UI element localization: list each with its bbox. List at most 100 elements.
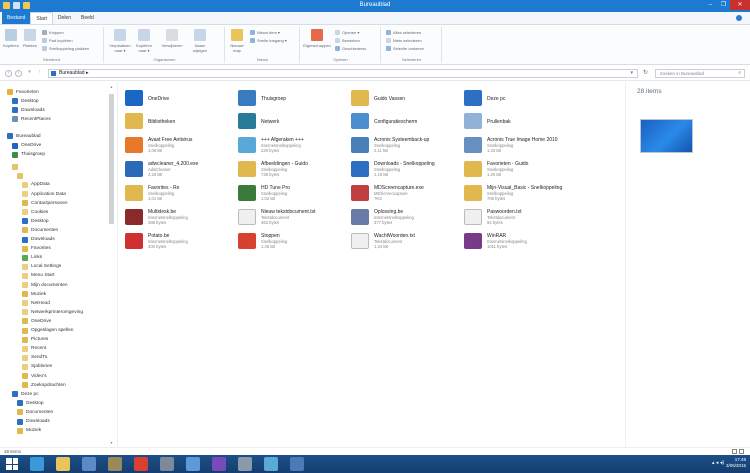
address-bar[interactable]: Bureaublad ▸ ▾ bbox=[48, 69, 638, 78]
file-item[interactable]: Avast Free Antivirus Snelkoppeling 1,06 kB bbox=[119, 133, 231, 156]
tab-share[interactable]: Delen bbox=[53, 12, 76, 24]
nav-item[interactable]: Desktop bbox=[22, 217, 49, 225]
tiles-view-icon[interactable] bbox=[739, 449, 744, 454]
file-item[interactable]: Favorieten - Guido Snelkoppeling 1,20 kB bbox=[458, 157, 570, 180]
nav-item[interactable]: Recent bbox=[22, 345, 46, 353]
disk-icon[interactable] bbox=[160, 457, 174, 471]
nav-item[interactable]: Links bbox=[22, 254, 42, 262]
nav-item[interactable] bbox=[12, 163, 21, 171]
nav-item[interactable]: Netwerkprinteromgeving bbox=[22, 308, 83, 316]
nav-item[interactable] bbox=[17, 172, 26, 180]
help-icon[interactable] bbox=[736, 15, 742, 21]
file-item[interactable]: Mijn-Visual_Basic - Snelkoppeling Snelkop… bbox=[458, 181, 570, 204]
nav-item[interactable]: Muziek bbox=[17, 427, 41, 435]
nav-item[interactable]: OneDrive bbox=[12, 142, 41, 150]
properties-button[interactable]: Eigenschappen bbox=[303, 29, 331, 48]
scroll-down-icon[interactable]: ▾ bbox=[108, 440, 115, 445]
tab-file[interactable]: Bestand bbox=[2, 12, 31, 24]
visual-studio-icon[interactable] bbox=[212, 457, 226, 471]
file-item[interactable]: Nieuw tekstdocument.txt Tekstdocument 463 … bbox=[232, 205, 344, 228]
file-item[interactable]: Deze pc bbox=[458, 86, 570, 109]
nav-item[interactable]: Sjablonen bbox=[22, 363, 52, 371]
close-button[interactable]: ✕ bbox=[730, 0, 750, 10]
monitor-icon[interactable] bbox=[82, 457, 96, 471]
file-item[interactable]: Guido Vassen bbox=[345, 86, 457, 109]
back-button[interactable]: ‹ bbox=[5, 70, 12, 77]
nav-item[interactable]: Downloads bbox=[12, 106, 45, 114]
details-view-icon[interactable] bbox=[732, 449, 737, 454]
file-item[interactable]: Stoppen Snelkoppeling 1,45 kB bbox=[232, 229, 344, 252]
forward-button[interactable]: › bbox=[15, 70, 22, 77]
file-item[interactable]: Downloads - Snelkoppeling Snelkoppeling 1,… bbox=[345, 157, 457, 180]
cut-button[interactable]: Knippen bbox=[42, 30, 64, 35]
up-button[interactable]: ↑ bbox=[36, 70, 43, 77]
nav-item[interactable]: Desktop bbox=[17, 399, 44, 407]
clock[interactable]: 17:48 3/06/2015 bbox=[726, 457, 746, 469]
opera-icon[interactable] bbox=[134, 457, 148, 471]
nav-item[interactable]: NetHood bbox=[22, 299, 50, 307]
file-explorer-icon[interactable] bbox=[56, 457, 70, 471]
file-item[interactable]: Paswoorden.txt Tekstdocument 92 bytes bbox=[458, 205, 570, 228]
nav-scrollbar[interactable]: ▴ ▾ bbox=[108, 84, 115, 445]
tool-icon[interactable] bbox=[238, 457, 252, 471]
file-item[interactable]: Prullenbak bbox=[458, 109, 570, 132]
file-item[interactable]: Thuisgroep bbox=[232, 86, 344, 109]
toolbox-icon[interactable] bbox=[108, 457, 122, 471]
internet-explorer-icon[interactable] bbox=[30, 457, 44, 471]
nav-item[interactable]: Zoekopdrachten bbox=[22, 381, 66, 389]
pen-icon[interactable] bbox=[264, 457, 278, 471]
nav-item[interactable]: Mijn documenten bbox=[22, 281, 68, 289]
invert-selection-button[interactable]: Selectie omkeren bbox=[386, 46, 424, 51]
copy-path-button[interactable]: Pad kopiëren bbox=[42, 38, 73, 43]
nav-item[interactable]: SendTo bbox=[22, 354, 47, 362]
nav-item[interactable]: Pictures bbox=[22, 336, 48, 344]
refresh-icon[interactable]: ↻ bbox=[643, 69, 651, 78]
nav-item[interactable]: Favorites bbox=[22, 245, 51, 253]
paste-button[interactable]: Plakken bbox=[21, 29, 39, 48]
maximize-button[interactable]: ❐ bbox=[717, 0, 730, 10]
recent-locations-button[interactable]: ▾ bbox=[26, 70, 33, 77]
nav-item[interactable]: Cookies bbox=[22, 208, 48, 216]
file-item[interactable]: Afbeeldingen - Guido Snelkoppeling 738 byt… bbox=[232, 157, 344, 180]
nav-item[interactable]: Muziek bbox=[22, 290, 46, 298]
file-item[interactable]: Potato.be Internetsnelkoppeling 400 bytes bbox=[119, 229, 231, 252]
history-button[interactable]: Geschiedenis bbox=[335, 46, 366, 51]
nav-item[interactable]: Bureaublad bbox=[7, 132, 41, 140]
nav-item[interactable]: OneDrive bbox=[22, 317, 51, 325]
edit-button[interactable]: Bewerken bbox=[335, 38, 360, 43]
file-item[interactable]: Oplossing.be Internetsnelkoppeling 377 byt… bbox=[345, 205, 457, 228]
file-item[interactable]: Favorites - Re Snelkoppeling 1,01 kB bbox=[119, 181, 231, 204]
screen-icon[interactable] bbox=[186, 457, 200, 471]
nav-item[interactable]: Favorieten bbox=[7, 88, 39, 96]
move-to-button[interactable]: Verplaatsen naar ▾ bbox=[109, 29, 131, 53]
new-item-button[interactable]: Nieuw item ▾ bbox=[250, 30, 280, 35]
nav-item[interactable]: Opgeslagen spellen bbox=[22, 327, 73, 335]
rename-button[interactable]: Naam wijzigen bbox=[189, 29, 211, 53]
search-input[interactable]: Zoeken in Bureaublad ⌕ bbox=[655, 69, 745, 78]
file-item[interactable]: Netwerk bbox=[232, 109, 344, 132]
nav-item[interactable]: Contactpersonen bbox=[22, 199, 68, 207]
window-icon[interactable] bbox=[290, 457, 304, 471]
select-all-button[interactable]: Alles selecteren bbox=[386, 30, 421, 35]
nav-item[interactable]: Application Data bbox=[22, 190, 66, 198]
new-folder-button[interactable]: Nieuwe map bbox=[228, 29, 246, 53]
chevron-down-icon[interactable]: ▾ bbox=[630, 70, 633, 77]
nav-item[interactable]: Documenten bbox=[22, 226, 58, 234]
file-item[interactable]: WachtWoorden.txt Tekstdocument 1,34 kB bbox=[345, 229, 457, 252]
nav-item[interactable]: RecentPlaces bbox=[12, 115, 51, 123]
nav-item[interactable]: Documenten bbox=[17, 408, 53, 416]
nav-item[interactable]: Menu Start bbox=[22, 272, 54, 280]
copy-button[interactable]: Kopiëren bbox=[2, 29, 20, 48]
file-item[interactable]: MDScreencapture.exe MDScreencapture ?KS bbox=[345, 181, 457, 204]
windows-start-icon[interactable] bbox=[6, 458, 18, 470]
file-item[interactable]: Configuratiescherm bbox=[345, 109, 457, 132]
nav-item[interactable]: Local Settings bbox=[22, 263, 61, 271]
file-item[interactable]: Acronis True Image Home 2010 Snelkoppelin… bbox=[458, 133, 570, 156]
easy-access-button[interactable]: Snelle toegang ▾ bbox=[250, 38, 287, 43]
open-button[interactable]: Openen ▾ bbox=[335, 30, 359, 35]
file-item[interactable]: HD Tune Pro Snelkoppeling 1,02 kB bbox=[232, 181, 344, 204]
file-item[interactable]: WinRAR Internetsnelkoppeling 1011 bytes bbox=[458, 229, 570, 252]
select-none-button[interactable]: Niets selecteren bbox=[386, 38, 422, 43]
nav-item[interactable]: Downloads bbox=[17, 418, 50, 426]
file-item[interactable]: OneDrive bbox=[119, 86, 231, 109]
